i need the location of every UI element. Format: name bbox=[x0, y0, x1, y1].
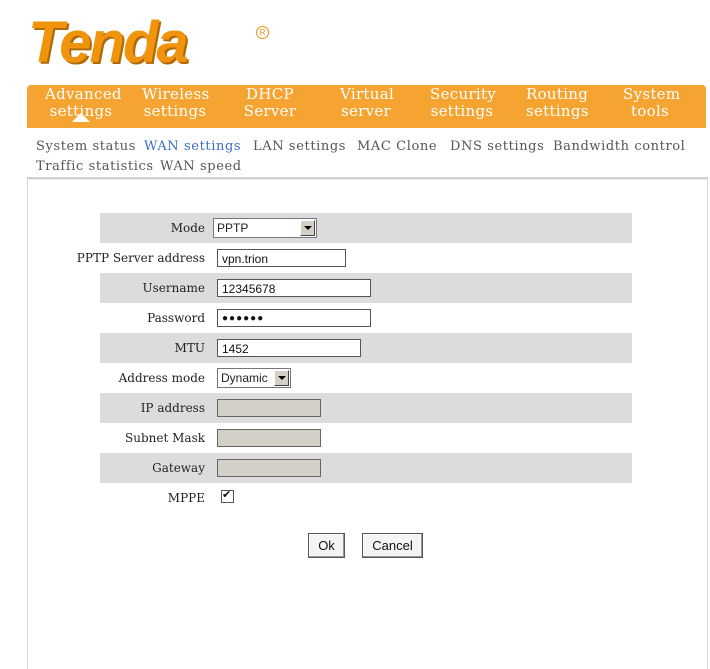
nav-dhcp-server[interactable]: DHCP Server bbox=[243, 86, 297, 120]
nav-label-line2: server bbox=[340, 102, 392, 120]
nav-label-line1: Wireless bbox=[142, 85, 210, 103]
nav-label-line1: Security bbox=[430, 85, 497, 103]
nav-label-line2: tools bbox=[630, 102, 670, 120]
subnav-wan-speed[interactable]: WAN speed bbox=[160, 159, 242, 174]
address-mode-label: Address mode bbox=[118, 371, 205, 385]
nav-label-line1: DHCP bbox=[246, 85, 294, 103]
mode-label: Mode bbox=[170, 221, 205, 235]
chevron-down-icon[interactable] bbox=[274, 370, 289, 386]
form-row-gateway: Gateway bbox=[100, 453, 632, 483]
form-row-username: Username 12345678 bbox=[100, 273, 632, 303]
mode-select[interactable]: PPTP bbox=[213, 218, 317, 238]
nav-virtual-server[interactable]: Virtual server bbox=[340, 85, 395, 120]
ip-address-label: IP address bbox=[140, 401, 205, 415]
password-label: Password bbox=[147, 311, 205, 325]
nav-wireless-settings[interactable]: Wireless settings bbox=[142, 85, 210, 120]
username-label: Username bbox=[142, 281, 205, 295]
nav-label-line1: Virtual bbox=[340, 85, 395, 103]
form-row-mode: Mode PPTP bbox=[100, 213, 632, 243]
nav-system-tools[interactable]: System tools bbox=[623, 85, 681, 120]
nav-label-line1: Advanced bbox=[45, 85, 122, 103]
subnav-mac-clone[interactable]: MAC Clone bbox=[357, 139, 437, 154]
mtu-input[interactable]: 1452 bbox=[217, 339, 361, 357]
subnet-mask-label: Subnet Mask bbox=[125, 431, 205, 445]
registered-mark-icon: R bbox=[256, 26, 269, 39]
cancel-button[interactable]: Cancel bbox=[362, 533, 423, 558]
mppe-label: MPPE bbox=[167, 491, 205, 505]
subnav-system-status[interactable]: System status bbox=[36, 139, 136, 154]
address-mode-select-value: Dynamic bbox=[221, 371, 268, 385]
form-row-address-mode: Address mode Dynamic bbox=[100, 363, 632, 393]
nav-label-line2: settings bbox=[526, 102, 589, 120]
subnav-lan-settings[interactable]: LAN settings bbox=[253, 139, 346, 154]
active-nav-pointer-icon bbox=[72, 113, 90, 122]
chevron-down-icon[interactable] bbox=[300, 220, 315, 236]
subnav-traffic-statistics[interactable]: Traffic statistics bbox=[36, 159, 154, 174]
nav-label-line2: Server bbox=[243, 102, 297, 120]
subnav-wan-settings[interactable]: WAN settings bbox=[144, 139, 241, 154]
nav-routing-settings[interactable]: Routing settings bbox=[526, 86, 588, 120]
form-row-server: PPTP Server address vpn.trion bbox=[77, 243, 632, 273]
nav-label-line1: Routing bbox=[526, 85, 589, 103]
nav-security-settings[interactable]: Security settings bbox=[430, 85, 497, 120]
mppe-checkbox[interactable] bbox=[221, 488, 234, 503]
ip-address-input bbox=[217, 399, 321, 417]
form-row-mask: Subnet Mask bbox=[100, 423, 632, 453]
form-row-mppe: MPPE bbox=[100, 483, 632, 513]
header: Tenda R bbox=[0, 0, 710, 84]
mode-select-value: PPTP bbox=[217, 221, 249, 235]
tenda-logo: Tenda bbox=[28, 10, 189, 75]
form-row-mtu: MTU 1452 bbox=[100, 333, 632, 363]
address-mode-select[interactable]: Dynamic bbox=[217, 368, 291, 388]
gateway-input bbox=[217, 459, 321, 477]
ok-button[interactable]: Ok bbox=[308, 533, 345, 558]
server-address-input[interactable]: vpn.trion bbox=[217, 249, 346, 267]
subnav-dns-settings[interactable]: DNS settings bbox=[450, 139, 544, 154]
form-row-password: Password ●●●●●● bbox=[100, 303, 632, 333]
mtu-label: MTU bbox=[174, 341, 205, 355]
main-nav: Advanced settings Wireless settings DHCP… bbox=[27, 85, 706, 128]
subnet-mask-input bbox=[217, 429, 321, 447]
nav-label-line2: settings bbox=[143, 102, 207, 120]
password-input[interactable]: ●●●●●● bbox=[217, 309, 371, 327]
subnav-bandwidth-control[interactable]: Bandwidth control bbox=[553, 139, 685, 154]
server-address-label: PPTP Server address bbox=[76, 251, 205, 265]
gateway-label: Gateway bbox=[152, 461, 205, 475]
nav-label-line1: System bbox=[623, 85, 681, 103]
nav-label-line2: settings bbox=[430, 102, 494, 120]
username-input[interactable]: 12345678 bbox=[217, 279, 371, 297]
form-row-ip: IP address bbox=[100, 393, 632, 423]
